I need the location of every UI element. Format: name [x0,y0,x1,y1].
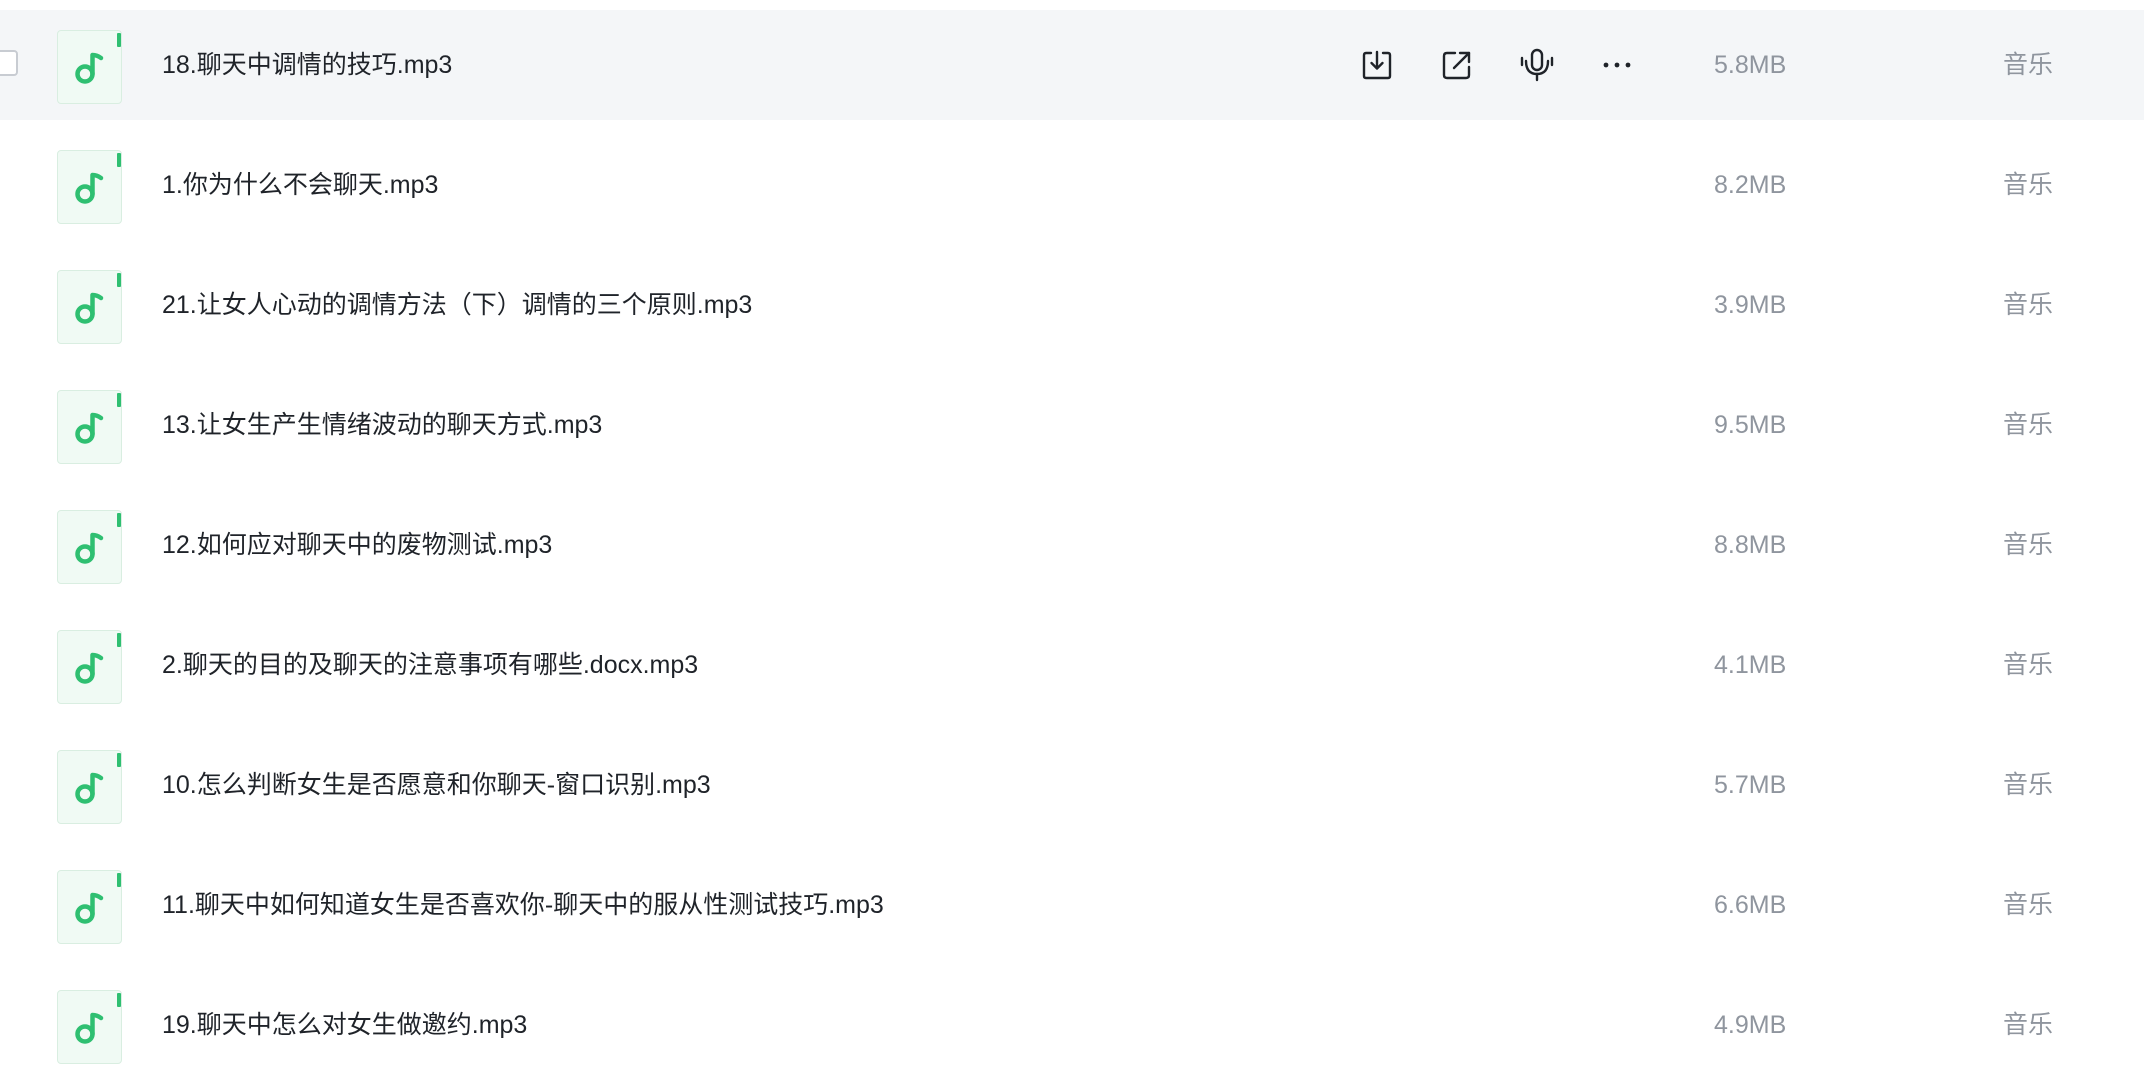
file-name[interactable]: 2.聊天的目的及聊天的注意事项有哪些.docx.mp3 [162,610,698,720]
file-size: 3.9MB [1714,291,1787,319]
file-size: 8.2MB [1714,171,1787,199]
music-file-icon [57,150,122,224]
file-size: 5.8MB [1714,51,1787,79]
music-file-icon [57,270,122,344]
file-size: 5.7MB [1714,771,1787,799]
music-file-icon [57,750,122,824]
music-file-icon [57,510,122,584]
download-icon[interactable] [1355,43,1399,87]
microphone-icon[interactable] [1515,43,1559,87]
share-icon[interactable] [1435,43,1479,87]
file-size: 4.1MB [1714,651,1787,679]
file-name[interactable]: 1.你为什么不会聊天.mp3 [162,130,438,240]
file-row[interactable]: 13.让女生产生情绪波动的聊天方式.mp3 9.5MB 音乐 [0,370,2144,480]
file-name[interactable]: 13.让女生产生情绪波动的聊天方式.mp3 [162,370,602,480]
file-type: 音乐 [2003,651,2054,679]
file-row[interactable]: 18.聊天中调情的技巧.mp3 5.8MB 音乐 [0,10,2144,120]
file-row[interactable]: 19.聊天中怎么对女生做邀约.mp3 4.9MB 音乐 [0,970,2144,1067]
file-type: 音乐 [2003,1011,2054,1039]
file-type: 音乐 [2003,291,2054,319]
file-row[interactable]: 21.让女人心动的调情方法（下）调情的三个原则.mp3 3.9MB 音乐 [0,250,2144,360]
music-file-icon [57,990,122,1064]
file-list: 18.聊天中调情的技巧.mp3 5.8MB 音乐 1.你为什么不会聊天.mp3 8.2M… [0,0,2144,1067]
file-name[interactable]: 10.怎么判断女生是否愿意和你聊天-窗口识别.mp3 [162,730,711,840]
music-file-icon [57,390,122,464]
music-file-icon [57,30,122,104]
file-row[interactable]: 10.怎么判断女生是否愿意和你聊天-窗口识别.mp3 5.7MB 音乐 [0,730,2144,840]
file-name[interactable]: 18.聊天中调情的技巧.mp3 [162,10,452,120]
file-type: 音乐 [2003,411,2054,439]
file-size: 8.8MB [1714,531,1787,559]
file-type: 音乐 [2003,531,2054,559]
file-name[interactable]: 11.聊天中如何知道女生是否喜欢你-聊天中的服从性测试技巧.mp3 [162,850,884,960]
file-type: 音乐 [2003,171,2054,199]
file-name[interactable]: 12.如何应对聊天中的废物测试.mp3 [162,490,552,600]
more-icon[interactable] [1595,43,1639,87]
file-type: 音乐 [2003,891,2054,919]
file-row[interactable]: 1.你为什么不会聊天.mp3 8.2MB 音乐 [0,130,2144,240]
file-size: 9.5MB [1714,411,1787,439]
file-size: 6.6MB [1714,891,1787,919]
file-row[interactable]: 11.聊天中如何知道女生是否喜欢你-聊天中的服从性测试技巧.mp3 6.6MB 音乐 [0,850,2144,960]
file-type: 音乐 [2003,771,2054,799]
file-type: 音乐 [2003,51,2054,79]
music-file-icon [57,870,122,944]
file-row[interactable]: 2.聊天的目的及聊天的注意事项有哪些.docx.mp3 4.1MB 音乐 [0,610,2144,720]
row-checkbox[interactable] [0,50,18,76]
file-name[interactable]: 19.聊天中怎么对女生做邀约.mp3 [162,970,527,1067]
music-file-icon [57,630,122,704]
file-row[interactable]: 12.如何应对聊天中的废物测试.mp3 8.8MB 音乐 [0,490,2144,600]
row-actions [1355,10,1675,120]
file-name[interactable]: 21.让女人心动的调情方法（下）调情的三个原则.mp3 [162,250,752,360]
file-size: 4.9MB [1714,1011,1787,1039]
